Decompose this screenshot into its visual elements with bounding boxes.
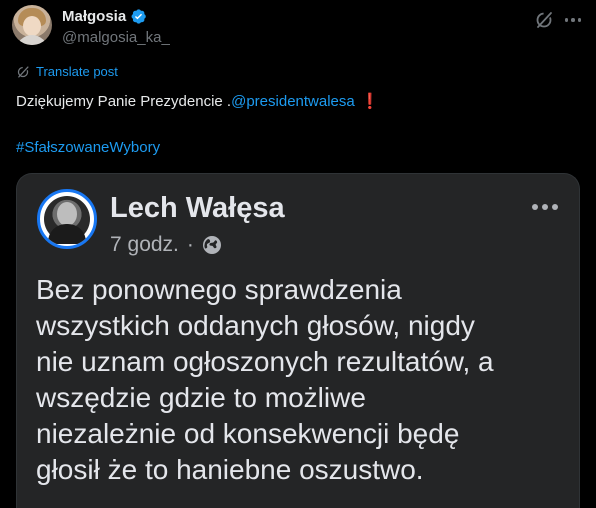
fb-author-avatar xyxy=(37,189,97,249)
fb-author-name: Lech Wałęsa xyxy=(110,192,285,224)
more-options-icon[interactable] xyxy=(562,9,584,31)
grok-icon[interactable] xyxy=(534,10,554,30)
exclamation-emoji: ❗ xyxy=(360,93,380,110)
mention-link[interactable]: @presidentwalesa xyxy=(231,93,355,110)
tweet-text-prefix: Dziękujemy Panie Prezydencie . xyxy=(16,93,232,110)
translate-post-link[interactable]: Translate post xyxy=(16,64,118,79)
fb-post-meta: 7 godz. · xyxy=(110,233,222,257)
translate-icon xyxy=(17,65,29,78)
author-handle[interactable]: @malgosia_ka_ xyxy=(62,29,170,46)
fb-post-time: 7 godz. xyxy=(110,233,179,256)
tweet-text: Dziękujemy Panie Prezydencie .@president… xyxy=(16,92,379,112)
hashtag-link[interactable]: #SfałszowaneWybory xyxy=(16,139,160,156)
author-display-name[interactable]: Małgosia xyxy=(62,8,126,25)
tweet-header: Małgosia @malgosia_ka_ xyxy=(12,5,584,49)
author-avatar[interactable] xyxy=(12,5,52,45)
embedded-screenshot[interactable]: Lech Wałęsa 7 godz. · Bez ponownego spra… xyxy=(16,173,580,508)
fb-meta-separator: · xyxy=(186,233,194,256)
fb-more-options-icon xyxy=(532,204,558,210)
verified-badge-icon xyxy=(131,9,146,24)
globe-icon xyxy=(202,236,221,254)
translate-label[interactable]: Translate post xyxy=(36,64,118,79)
fb-post-text: Bez ponownego sprawdzenia wszystkich odd… xyxy=(36,274,494,485)
author-name-row[interactable]: Małgosia xyxy=(62,8,147,25)
